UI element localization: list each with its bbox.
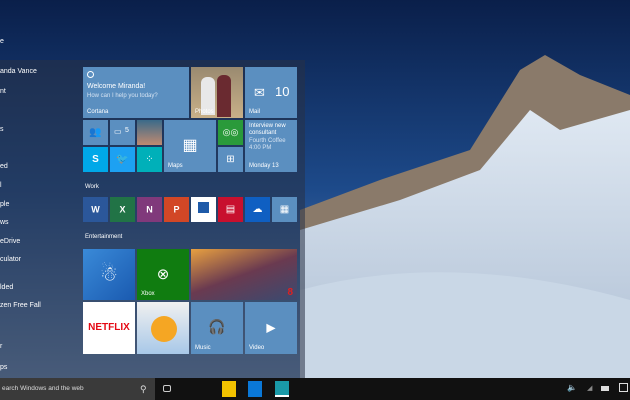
onenote-icon: N <box>146 204 153 214</box>
taskbar: earch Windows and the web ⚲ 🔈 ◢ <box>0 378 630 400</box>
asphalt-logo: 8 <box>287 287 293 298</box>
people-tile[interactable]: 👥 <box>83 120 108 145</box>
skype-icon: S <box>92 153 99 165</box>
list-item[interactable]: culator <box>0 256 21 263</box>
calendar-tile[interactable]: Interview new consultant Fourth Coffee 4… <box>245 120 297 172</box>
search-box[interactable]: earch Windows and the web ⚲ <box>0 378 155 400</box>
netflix-tile[interactable]: NETFLIX <box>83 302 135 354</box>
cortana-greeting: Welcome Miranda! <box>87 83 146 90</box>
tripadvisor-icon: ◎◎ <box>222 126 239 137</box>
cortana-tile[interactable]: Welcome Miranda! How can I help you toda… <box>83 67 189 118</box>
word-tile[interactable]: W <box>83 197 108 222</box>
tripadvisor-tile[interactable]: ◎◎ <box>218 120 243 145</box>
user-name[interactable]: anda Vance <box>0 68 37 75</box>
search-placeholder: earch Windows and the web <box>2 385 84 392</box>
news-tile[interactable]: ▤ <box>218 197 243 222</box>
mail-tile[interactable]: ✉ 10 Mail <box>245 67 297 118</box>
bird-icon <box>151 316 177 342</box>
tile-label: Photos <box>195 109 214 115</box>
list-item[interactable]: lded <box>0 284 13 291</box>
frozen-free-fall-tile[interactable]: ☃ <box>83 249 135 300</box>
message-icon: ▭ <box>114 127 122 136</box>
powerpoint-icon: P <box>173 204 180 214</box>
twitter-tile[interactable]: 🐦 <box>110 147 135 172</box>
list-item[interactable]: zen Free Fall <box>0 302 41 309</box>
mail-count: 10 <box>275 84 290 99</box>
olaf-icon: ☃ <box>100 262 118 285</box>
xbox-icon: ⊗ <box>156 265 170 283</box>
all-apps-list: e anda Vance nt s ed l ple ws eDrive cul… <box>0 0 80 378</box>
calendar-time: 4:00 PM <box>249 145 272 151</box>
action-center-icon[interactable] <box>619 383 628 392</box>
fitbit-icon: ⁘ <box>145 153 154 165</box>
netflix-logo: NETFLIX <box>88 321 130 333</box>
group-label-work: Work <box>85 184 99 190</box>
video-icon: ▶ <box>266 320 276 335</box>
excel-icon: X <box>119 204 126 214</box>
tile-label: Mail <box>249 109 261 115</box>
skype-tile[interactable]: S <box>83 147 108 172</box>
message-count: 5 <box>125 127 129 134</box>
group-label-entertainment: Entertainment <box>85 234 123 240</box>
remote-desktop-tile[interactable] <box>191 197 216 222</box>
store-tile[interactable]: ⊞ <box>218 147 243 172</box>
list-item[interactable]: e <box>0 38 4 45</box>
calendar-day: Monday 13 <box>249 163 279 169</box>
tile-label: Maps <box>168 163 183 169</box>
outlook-icon[interactable] <box>248 381 262 397</box>
fitbit-tile[interactable]: ⁘ <box>137 147 162 172</box>
photos-tile[interactable]: Photos <box>191 67 243 118</box>
onenote-tile[interactable]: N <box>137 197 162 222</box>
tile-label: Xbox <box>141 291 155 297</box>
list-item[interactable]: nt <box>0 88 6 95</box>
map-icon: ▦ <box>182 137 198 154</box>
network-icon[interactable]: ◢ <box>587 384 592 392</box>
video-tile[interactable]: ▶ Video <box>245 302 297 354</box>
battery-icon[interactable] <box>601 386 609 391</box>
volume-icon[interactable]: 🔈 <box>567 383 577 392</box>
contact-photo-tile[interactable] <box>137 120 162 145</box>
tile-label: Video <box>249 345 265 351</box>
cloud-icon: ☁ <box>252 203 263 215</box>
news-icon: ▤ <box>225 203 236 215</box>
list-item[interactable]: ws <box>0 219 9 226</box>
calendar-event: Interview new consultant <box>249 123 286 136</box>
onedrive-tile[interactable]: ☁ <box>245 197 270 222</box>
cortana-subtitle: How can I help you today? <box>87 93 158 99</box>
calendar-location: Fourth Coffee <box>249 138 286 144</box>
messaging-tile[interactable]: ▭ 5 <box>110 120 135 145</box>
tile-label: Cortana <box>87 109 109 115</box>
maps-tile[interactable]: ▦ Maps <box>164 120 216 172</box>
calculator-icon: ▦ <box>279 203 290 215</box>
list-item[interactable]: ple <box>0 201 9 208</box>
list-item[interactable]: r <box>0 343 2 350</box>
tile-label: Music <box>195 345 211 351</box>
list-item[interactable]: l <box>0 182 2 189</box>
powerpoint-tile[interactable]: P <box>164 197 189 222</box>
headphones-icon: 🎧 <box>208 318 226 335</box>
people-icon: 👥 <box>89 126 102 138</box>
xbox-tile[interactable]: ⊗ Xbox <box>137 249 189 300</box>
calculator-tile[interactable]: ▦ <box>272 197 297 222</box>
file-explorer-icon[interactable] <box>222 381 236 397</box>
mail-icon: ✉ <box>254 85 265 100</box>
music-tile[interactable]: 🎧 Music <box>191 302 243 354</box>
remote-desktop-icon <box>198 202 209 213</box>
asphalt-8-tile[interactable]: 8 <box>191 249 297 300</box>
list-item[interactable]: ed <box>0 163 8 170</box>
search-icon: ⚲ <box>140 384 147 394</box>
word-icon: W <box>91 204 100 214</box>
game-bird-tile[interactable] <box>137 302 189 354</box>
task-view-icon[interactable] <box>163 385 171 392</box>
excel-tile[interactable]: X <box>110 197 135 222</box>
twitter-icon: 🐦 <box>116 153 129 165</box>
cortana-icon <box>87 71 94 78</box>
store-icon: ⊞ <box>226 153 235 165</box>
photo-person-icon <box>217 75 231 117</box>
photos-app-icon[interactable] <box>275 381 289 397</box>
list-item[interactable]: ps <box>0 364 7 371</box>
list-item[interactable]: s <box>0 126 4 133</box>
list-item[interactable]: eDrive <box>0 238 20 245</box>
